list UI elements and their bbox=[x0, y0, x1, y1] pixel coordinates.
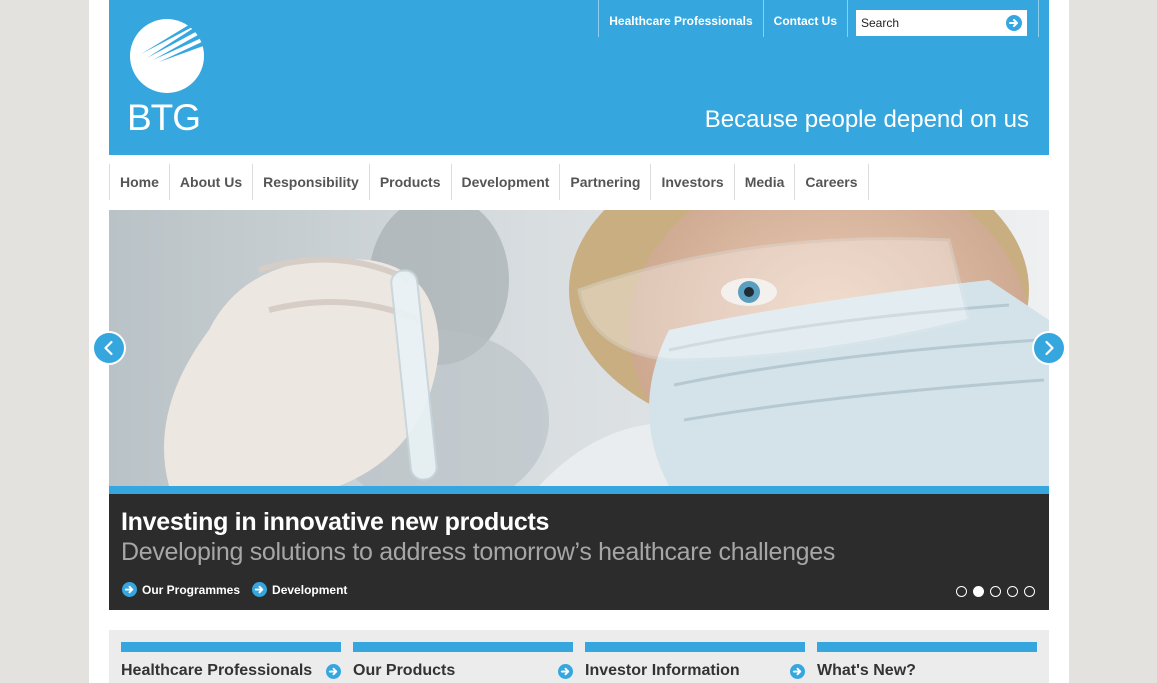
feature-boxes: Healthcare Professionals Our Products In… bbox=[109, 630, 1049, 683]
search-area bbox=[847, 0, 1039, 37]
box-title: Healthcare Professionals bbox=[121, 662, 341, 680]
box-title-label: What's New? bbox=[817, 662, 916, 679]
hero-slider: Investing in innovative new products Dev… bbox=[109, 210, 1049, 610]
box-title: Our Products bbox=[353, 662, 573, 680]
nav-products[interactable]: Products bbox=[370, 164, 452, 200]
nav-home[interactable]: Home bbox=[110, 164, 170, 200]
chevron-left-icon bbox=[104, 340, 113, 356]
box-title: Investor Information bbox=[585, 662, 805, 680]
arrow-right-circle-icon[interactable] bbox=[790, 663, 805, 679]
slide-dot-3[interactable] bbox=[990, 586, 1001, 597]
slide-dot-4[interactable] bbox=[1007, 586, 1018, 597]
nav-partnering[interactable]: Partnering bbox=[560, 164, 652, 200]
search-box bbox=[856, 10, 1027, 36]
slide-dot-2[interactable] bbox=[973, 586, 984, 597]
hero-link-our-programmes[interactable]: Our Programmes bbox=[122, 582, 240, 597]
arrow-right-circle-icon[interactable] bbox=[558, 663, 573, 679]
hero-title: Investing in innovative new products bbox=[121, 508, 550, 536]
slider-prev-button[interactable] bbox=[94, 333, 124, 363]
site-header: BTG Healthcare Professionals Contact Us … bbox=[109, 0, 1049, 155]
arrow-right-circle-icon bbox=[252, 582, 268, 597]
hero-links: Our Programmes Development bbox=[122, 582, 347, 597]
box-title: What's New? bbox=[817, 662, 1037, 680]
btg-logo[interactable]: BTG bbox=[127, 18, 207, 138]
btg-logo-mark-icon bbox=[130, 19, 206, 93]
hero-caption: Investing in innovative new products Dev… bbox=[109, 494, 1049, 610]
nav-responsibility[interactable]: Responsibility bbox=[253, 164, 370, 200]
box-title-label: Our Products bbox=[353, 662, 456, 679]
hero-subtitle: Developing solutions to address tomorrow… bbox=[121, 538, 836, 566]
box-accent-bar bbox=[121, 642, 341, 652]
nav-investors[interactable]: Investors bbox=[651, 164, 735, 200]
arrow-right-circle-icon[interactable] bbox=[326, 663, 341, 679]
scientist-photo bbox=[109, 210, 1049, 486]
nav-about-us[interactable]: About Us bbox=[170, 164, 254, 200]
page: BTG Healthcare Professionals Contact Us … bbox=[89, 0, 1069, 683]
slider-next-button[interactable] bbox=[1034, 333, 1064, 363]
box-accent-bar bbox=[817, 642, 1037, 652]
search-submit-icon[interactable] bbox=[1006, 15, 1022, 31]
nav-media[interactable]: Media bbox=[735, 164, 796, 200]
chevron-right-icon bbox=[1045, 340, 1054, 356]
box-accent-bar bbox=[585, 642, 805, 652]
hero-link-label: Development bbox=[272, 582, 348, 597]
logo-text: BTG bbox=[127, 97, 201, 138]
hero-link-development[interactable]: Development bbox=[252, 582, 347, 597]
top-nav: Healthcare Professionals Contact Us bbox=[598, 0, 1049, 37]
topnav-healthcare-professionals[interactable]: Healthcare Professionals bbox=[598, 0, 762, 37]
box-our-products[interactable]: Our Products bbox=[353, 642, 573, 680]
nav-development[interactable]: Development bbox=[452, 164, 561, 200]
topnav-contact-us[interactable]: Contact Us bbox=[762, 0, 847, 37]
box-whats-new[interactable]: What's New? bbox=[817, 642, 1037, 680]
tagline: Because people depend on us bbox=[704, 106, 1029, 133]
search-input[interactable] bbox=[861, 14, 1001, 32]
box-accent-bar bbox=[353, 642, 573, 652]
nav-careers[interactable]: Careers bbox=[795, 164, 869, 200]
slide-dot-1[interactable] bbox=[956, 586, 967, 597]
slide-indicators bbox=[956, 586, 1035, 597]
main-nav: Home About Us Responsibility Products De… bbox=[109, 164, 869, 200]
box-title-label: Investor Information bbox=[585, 662, 740, 679]
hero-accent-bar bbox=[109, 486, 1049, 494]
arrow-right-circle-icon bbox=[122, 582, 137, 597]
box-title-label: Healthcare Professionals bbox=[121, 662, 313, 679]
box-healthcare-professionals[interactable]: Healthcare Professionals bbox=[121, 642, 341, 680]
box-investor-information[interactable]: Investor Information bbox=[585, 642, 805, 680]
slide-dot-5[interactable] bbox=[1024, 586, 1035, 597]
hero-link-label: Our Programmes bbox=[142, 582, 241, 597]
